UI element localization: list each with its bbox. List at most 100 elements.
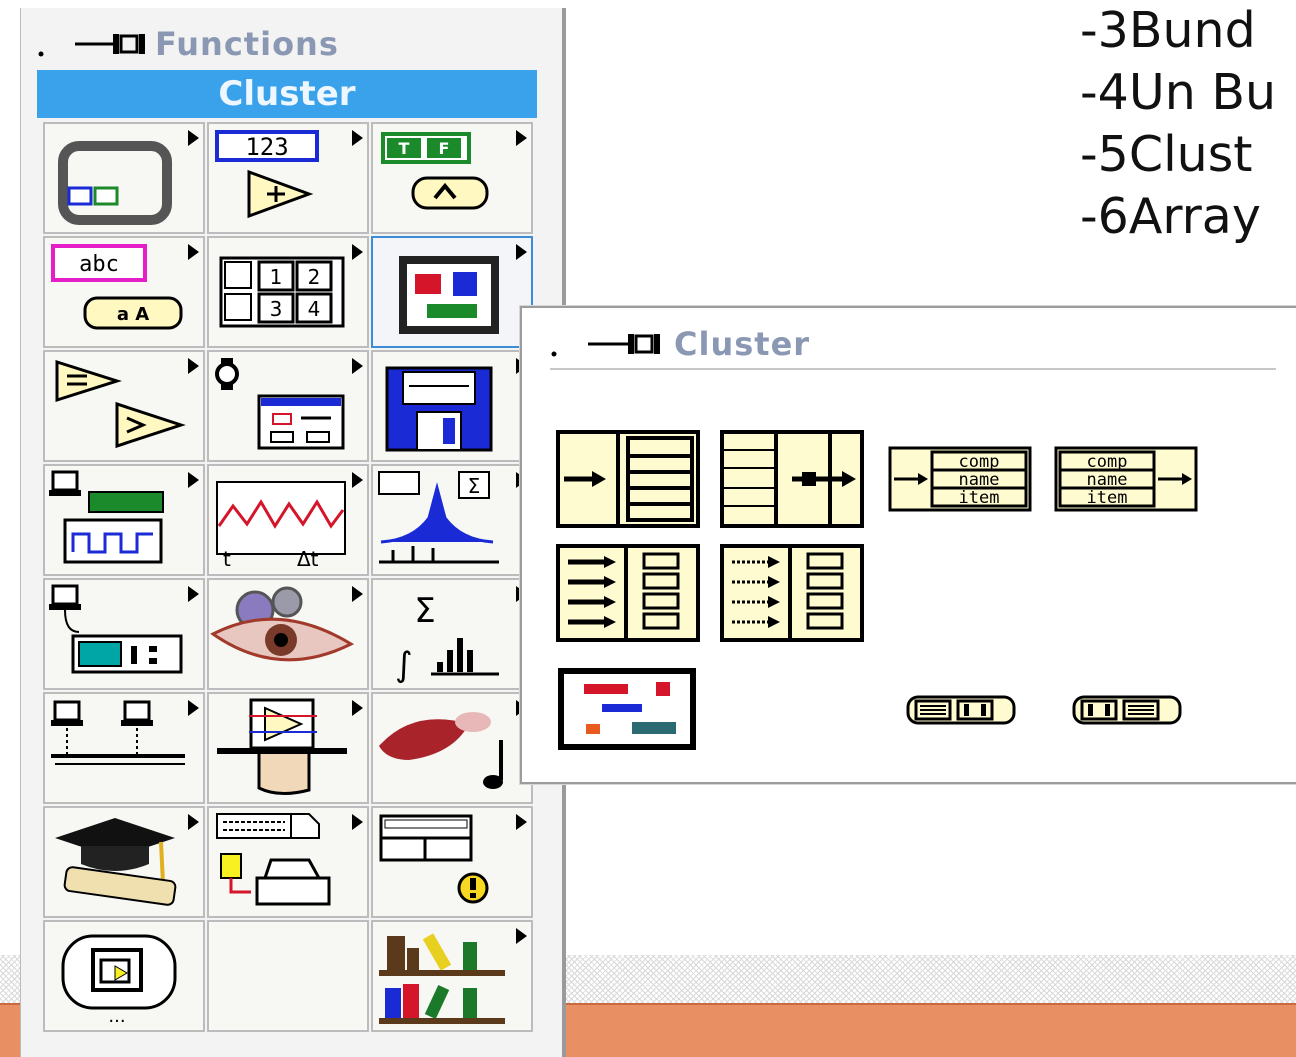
submenu-arrow-icon	[352, 358, 363, 374]
thumbtack-pin-icon[interactable]	[548, 328, 674, 360]
svg-text:a A: a A	[117, 304, 149, 325]
svg-text:∫: ∫	[395, 645, 413, 685]
unbundle-icon	[556, 430, 700, 528]
palette-item-empty	[207, 920, 369, 1032]
string-icon-text: abc	[79, 252, 119, 277]
palette-item-graphics-sound[interactable]	[371, 692, 533, 804]
unbundle-by-name-tool[interactable]: comp name item	[1054, 446, 1200, 512]
submenu-arrow-icon	[516, 814, 527, 830]
cluster-constant-tool[interactable]	[558, 668, 696, 750]
cluster-to-array-tool[interactable]	[906, 694, 1020, 726]
palette-item-mathematics[interactable]: Σ ∫	[371, 578, 533, 690]
functions-palette-title: Functions	[155, 25, 339, 63]
cluster-palette-divider	[550, 368, 1276, 370]
slide-text-line: -3Bund	[1080, 2, 1256, 59]
cluster-icon	[399, 256, 499, 334]
bundle-by-name-tool[interactable]: comp name item	[888, 446, 1034, 512]
subpalette-cluster-label: Cluster	[37, 70, 537, 118]
palette-item-boolean[interactable]: T F	[371, 122, 533, 234]
select-vi-icon: ...	[61, 934, 177, 1027]
bundle-tool[interactable]	[720, 430, 864, 528]
tutorial-icon	[55, 818, 177, 906]
palette-item-motion-vision[interactable]	[207, 578, 369, 690]
unbundle-tool[interactable]	[556, 430, 700, 528]
bundle-by-name-icon: comp name item	[888, 446, 1032, 512]
comparison-icon	[55, 359, 186, 449]
slide-text-list: -3Bund -4Un Bu -5Clust -6Array	[1080, 0, 1276, 248]
cluster-palette-header: Cluster	[548, 324, 810, 364]
submenu-arrow-icon	[516, 244, 527, 260]
submenu-arrow-icon	[188, 244, 199, 260]
instrument-io-icon	[49, 584, 183, 674]
submenu-arrow-icon	[188, 586, 199, 602]
unbundle-by-name-icon: comp name item	[1054, 446, 1198, 512]
palette-item-array[interactable]: 1 2 3 4	[207, 236, 369, 348]
palette-item-file-io[interactable]	[371, 350, 533, 462]
cluster-palette: Cluster comp name item comp name item	[520, 306, 1296, 784]
palette-item-comparison[interactable]	[43, 350, 205, 462]
palette-item-tutorial[interactable]	[43, 806, 205, 918]
graphics-sound-icon	[379, 712, 503, 789]
palette-item-advanced[interactable]	[371, 806, 533, 918]
user-libraries-icon	[379, 933, 505, 1024]
submenu-arrow-icon	[352, 130, 363, 146]
tool-label: name	[959, 470, 1000, 490]
palette-item-application-control[interactable]	[207, 692, 369, 804]
numeric-icon: 123	[215, 130, 319, 219]
submenu-arrow-icon	[352, 472, 363, 488]
palette-item-time-dialog[interactable]	[207, 350, 369, 462]
tool-label: item	[959, 488, 1000, 508]
motion-vision-icon	[210, 586, 355, 662]
index-bundle-cluster-array-tool[interactable]	[720, 544, 864, 642]
cluster-palette-title: Cluster	[674, 325, 811, 363]
functions-palette-header: Functions	[35, 24, 339, 64]
palette-item-cluster[interactable]	[371, 236, 533, 348]
palette-item-structures[interactable]	[43, 122, 205, 234]
functions-palette: Functions Cluster 123 T F abc a A 1 2 3 …	[20, 8, 566, 1057]
palette-item-communication[interactable]	[43, 692, 205, 804]
palette-item-user-libraries[interactable]	[371, 920, 533, 1032]
boolean-icon: T F	[381, 132, 489, 210]
analyze-icon: Σ	[378, 471, 499, 564]
palette-item-analyze[interactable]: Σ	[371, 464, 533, 576]
svg-text:t: t	[223, 547, 231, 571]
palette-item-data-acquisition[interactable]	[43, 464, 205, 576]
mathematics-icon: Σ ∫	[395, 591, 499, 685]
palette-item-instrument-io[interactable]	[43, 578, 205, 690]
submenu-arrow-icon	[188, 358, 199, 374]
slide-text-line: -6Array	[1080, 188, 1261, 245]
advanced-icon	[379, 814, 489, 904]
array-to-cluster-tool[interactable]	[1072, 694, 1186, 726]
submenu-arrow-icon	[188, 700, 199, 716]
submenu-arrow-icon	[352, 814, 363, 830]
svg-text:T: T	[399, 139, 410, 158]
cluster-constant-icon	[558, 668, 696, 750]
tool-label: item	[1087, 488, 1128, 508]
svg-text:Δt: Δt	[297, 547, 319, 571]
palette-item-waveform[interactable]: t Δt	[207, 464, 369, 576]
build-cluster-array-icon	[556, 544, 700, 642]
data-acquisition-icon	[49, 470, 164, 564]
submenu-arrow-icon	[516, 130, 527, 146]
numeric-icon-text: 123	[245, 133, 288, 161]
palette-item-string[interactable]: abc a A	[43, 236, 205, 348]
submenu-arrow-icon	[352, 244, 363, 260]
array-icon: 1 2 3 4	[219, 256, 345, 328]
tool-label: comp	[1087, 452, 1128, 472]
submenu-arrow-icon	[352, 700, 363, 716]
tool-label: name	[1087, 470, 1128, 490]
palette-item-report-generation[interactable]	[207, 806, 369, 918]
slide-text-line: -5Clust	[1080, 126, 1253, 183]
build-cluster-array-tool[interactable]	[556, 544, 700, 642]
submenu-arrow-icon	[188, 814, 199, 830]
svg-text:4: 4	[308, 297, 321, 321]
palette-item-numeric[interactable]: 123	[207, 122, 369, 234]
svg-text:F: F	[439, 139, 450, 158]
application-control-icon	[217, 698, 347, 795]
tool-label: comp	[959, 452, 1000, 472]
palette-item-select-vi[interactable]: ...	[43, 920, 205, 1032]
time-dialog-icon	[215, 358, 345, 450]
index-bundle-cluster-array-icon	[720, 544, 864, 642]
thumbtack-pin-icon[interactable]	[35, 28, 155, 60]
svg-text:Σ: Σ	[414, 591, 435, 631]
